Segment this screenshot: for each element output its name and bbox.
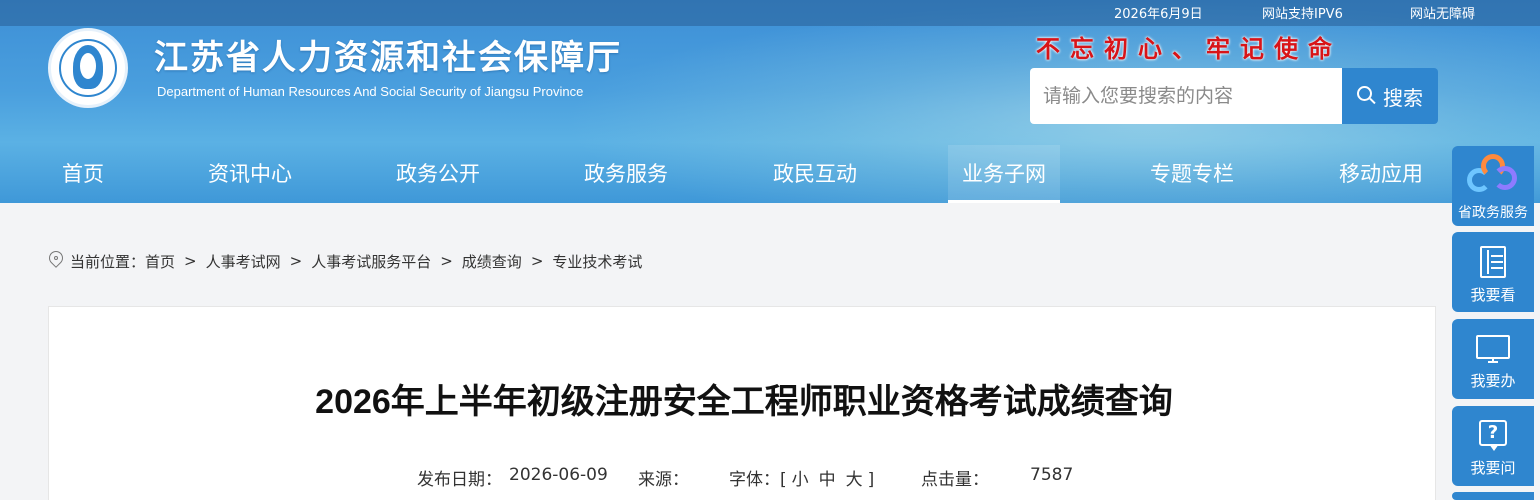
- nav-item-label: 政务公开: [396, 162, 480, 186]
- provincial-gov-services-button[interactable]: 省政务服务: [1452, 146, 1534, 226]
- float-item-label: 我要办: [1470, 372, 1516, 390]
- float-item-label: 我要看: [1470, 286, 1516, 304]
- font-size-large-button[interactable]: 大: [846, 470, 863, 490]
- nav-item-interaction[interactable]: 政民互动: [755, 145, 875, 203]
- site-title[interactable]: 江苏省人力资源和社会保障厅: [154, 30, 622, 79]
- nav-item-label: 专题专栏: [1150, 162, 1234, 186]
- float-panel-next-button[interactable]: [1452, 492, 1534, 500]
- nav-item-mobile-apps[interactable]: 移动应用: [1320, 145, 1442, 203]
- monitor-icon-stand: [1488, 361, 1498, 363]
- search-button-label: 搜索: [1383, 85, 1423, 110]
- nav-item-news[interactable]: 资讯中心: [190, 145, 310, 203]
- site-subtitle: Department of Human Resources And Social…: [157, 84, 584, 99]
- breadcrumb-separator: >: [289, 252, 303, 270]
- nav-item-special-topics[interactable]: 专题专栏: [1132, 145, 1252, 203]
- question-icon: ?: [1479, 420, 1507, 446]
- breadcrumb-separator: >: [440, 252, 453, 270]
- i-want-to-do-button[interactable]: 我要办: [1452, 319, 1534, 399]
- breadcrumb-prefix: 当前位置：: [70, 252, 146, 271]
- view-count: 7587: [1030, 465, 1074, 485]
- font-bracket-open: [: [780, 470, 787, 490]
- logo-emblem-cutout: [80, 53, 96, 79]
- i-want-to-ask-button[interactable]: ? 我要问: [1452, 406, 1534, 486]
- nav-item-home[interactable]: 首页: [38, 145, 128, 203]
- main-nav: 首页 资讯中心 政务公开 政务服务 政民互动 业务子网 专题专栏 移动应用: [0, 145, 1540, 203]
- publish-date: 2026-06-09: [509, 465, 608, 485]
- nav-item-label: 首页: [62, 162, 104, 186]
- breadcrumb-exam-platform[interactable]: 人事考试服务平台: [311, 251, 431, 272]
- gov-services-logo-icon: [1467, 154, 1519, 194]
- search-icon: [1357, 86, 1377, 106]
- breadcrumb-home[interactable]: 首页: [145, 251, 175, 272]
- location-pin-icon: [46, 248, 66, 271]
- font-size-label: 字体：: [729, 470, 780, 490]
- source-label: 来源：: [638, 470, 689, 490]
- site-header: 2026年6月9日 网站支持IPV6 网站无障碍 江苏省人力资源和社会保障厅 D…: [0, 0, 1540, 203]
- nav-item-government-services[interactable]: 政务服务: [566, 145, 686, 203]
- publish-date-label: 发布日期：: [417, 470, 502, 490]
- i-want-to-view-button[interactable]: 我要看: [1452, 232, 1534, 312]
- active-tab-indicator: [948, 200, 1060, 203]
- current-date: 2026年6月9日: [1114, 7, 1203, 22]
- font-size-medium-button[interactable]: 中: [819, 470, 836, 490]
- nav-item-label: 政民互动: [773, 162, 857, 186]
- breadcrumb-professional-exam[interactable]: 专业技术考试: [552, 251, 642, 272]
- nav-item-label: 移动应用: [1339, 162, 1423, 186]
- breadcrumb-separator: >: [530, 252, 544, 270]
- article-title: 2026年上半年初级注册安全工程师职业资格考试成绩查询: [315, 383, 1173, 421]
- search-button[interactable]: 搜索: [1342, 68, 1438, 124]
- nav-item-label: 政务服务: [584, 162, 668, 186]
- font-size-small-button[interactable]: 小: [792, 470, 809, 490]
- nav-item-label: 业务子网: [962, 162, 1046, 186]
- top-info-bar: 2026年6月9日 网站支持IPV6 网站无障碍: [0, 0, 1540, 26]
- breadcrumb-separator: >: [184, 252, 197, 270]
- accessibility-link[interactable]: 网站无障碍: [1410, 3, 1475, 22]
- breadcrumb-score-query[interactable]: 成绩查询: [462, 251, 522, 272]
- question-icon-tail: [1489, 444, 1499, 451]
- document-icon: [1480, 246, 1506, 278]
- ipv6-support-link[interactable]: 网站支持IPV6: [1262, 3, 1343, 22]
- float-item-label: 我要问: [1470, 459, 1516, 477]
- nav-item-government-affairs[interactable]: 政务公开: [378, 145, 498, 203]
- monitor-icon: [1476, 335, 1510, 359]
- font-bracket-close: ]: [867, 470, 875, 490]
- font-size-control: 字体：[小中大]: [729, 465, 874, 490]
- breadcrumb-exam-site[interactable]: 人事考试网: [206, 251, 281, 272]
- nav-item-business-subsites[interactable]: 业务子网: [948, 145, 1060, 203]
- breadcrumb: 当前位置： 首页 > 人事考试网 > 人事考试服务平台 > 成绩查询 > 专业技…: [46, 248, 642, 272]
- float-item-label: 省政务服务: [1458, 205, 1528, 221]
- site-logo[interactable]: [48, 28, 128, 108]
- search-input[interactable]: [1030, 68, 1342, 124]
- nav-item-label: 资讯中心: [208, 162, 292, 186]
- slogan: 不忘初心、牢记使命: [1036, 34, 1342, 63]
- view-count-label: 点击量：: [921, 470, 989, 490]
